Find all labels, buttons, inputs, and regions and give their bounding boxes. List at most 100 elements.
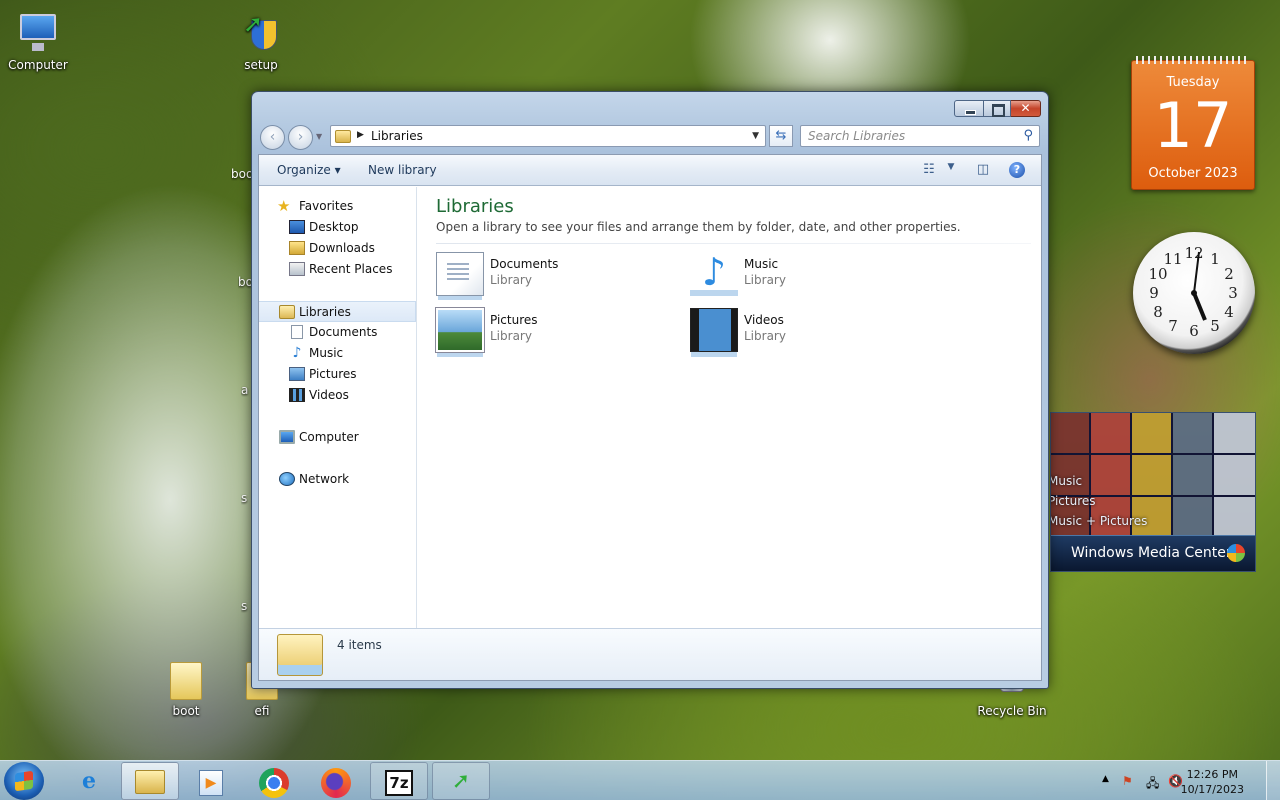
downloads-icon <box>289 241 305 255</box>
taskbar-firefox[interactable] <box>307 762 365 800</box>
network-icon <box>279 472 295 486</box>
library-music[interactable]: ♪ Music Library <box>690 249 920 299</box>
nav-label: Computer <box>299 430 359 444</box>
address-dropdown-icon[interactable]: ▼ <box>752 131 759 141</box>
tray-date: 10/17/2023 <box>1180 783 1244 796</box>
media-center-menu-music[interactable]: Music <box>1051 474 1082 488</box>
taskbar-setup[interactable]: ➚ <box>432 762 490 800</box>
nav-label: Desktop <box>309 220 359 234</box>
desktop-icon-hidden[interactable]: boo <box>231 167 251 181</box>
search-input[interactable]: Search Libraries ⚲ <box>800 125 1040 147</box>
minimize-button[interactable] <box>954 100 984 117</box>
desktop-icon-computer[interactable]: Computer <box>0 10 76 72</box>
nav-videos[interactable]: Videos <box>259 385 416 406</box>
library-kind: Library <box>744 273 786 287</box>
nav-label: Libraries <box>299 305 351 319</box>
organize-button[interactable]: Organize ▾ <box>277 163 341 177</box>
close-button[interactable]: ✕ <box>1011 100 1041 117</box>
taskbar-windows-explorer[interactable] <box>121 762 179 800</box>
view-dropdown-icon[interactable]: ▼ <box>943 162 959 178</box>
address-bar[interactable]: ▶ Libraries ▼ <box>330 125 766 147</box>
windows-explorer-icon <box>135 770 165 794</box>
nav-pictures[interactable]: Pictures <box>259 364 416 385</box>
desktop-icon-boot[interactable]: boot <box>148 656 224 718</box>
nav-desktop[interactable]: Desktop <box>259 217 416 238</box>
desktop-icon-label: efi <box>254 704 270 718</box>
7zip-icon: 7z <box>385 770 413 796</box>
library-documents[interactable]: Documents Library <box>436 249 666 299</box>
documents-library-icon <box>436 252 484 296</box>
desktop-icon-hidden[interactable]: s <box>241 491 251 505</box>
nav-label: Documents <box>309 325 378 339</box>
computer-icon <box>14 10 62 54</box>
taskbar-internet-explorer[interactable]: e <box>60 762 118 800</box>
setup-icon: ➚ <box>451 769 471 794</box>
desktop-icon-label: setup <box>244 58 278 72</box>
taskbar-7zip[interactable]: 7z <box>370 762 428 800</box>
taskbar-chrome[interactable] <box>245 762 303 800</box>
media-player-icon: ▶ <box>199 770 223 796</box>
back-button[interactable]: ‹ <box>260 125 285 150</box>
media-center-gadget[interactable]: Music Pictures Music + Pictures Windows … <box>1050 412 1256 572</box>
desktop-icon-hidden[interactable]: bo <box>238 275 252 289</box>
nav-documents[interactable]: Documents <box>259 322 416 343</box>
network-tray-icon[interactable]: 🖧 <box>1146 774 1159 795</box>
calendar-day: 17 <box>1153 89 1233 162</box>
calendar-weekday: Tuesday <box>1166 75 1220 90</box>
new-library-button[interactable]: New library <box>368 163 437 177</box>
desktop-icon-setup[interactable]: ➚ setup <box>223 10 299 72</box>
action-center-icon[interactable]: ⚑ <box>1122 774 1133 788</box>
preview-pane-icon[interactable]: ◫ <box>975 162 991 178</box>
nav-recent-places[interactable]: Recent Places <box>259 259 416 280</box>
media-center-menu-music-pictures[interactable]: Music + Pictures <box>1051 514 1147 528</box>
nav-label: Downloads <box>309 241 375 255</box>
nav-label: Pictures <box>309 367 357 381</box>
chrome-icon <box>259 768 289 798</box>
nav-downloads[interactable]: Downloads <box>259 238 416 259</box>
taskbar-media-player[interactable]: ▶ <box>182 762 240 800</box>
desktop-icon-hidden[interactable]: a <box>241 383 251 397</box>
media-center-title-bar[interactable]: Windows Media Center <box>1051 535 1255 571</box>
refresh-button[interactable]: ⇆ <box>769 125 793 147</box>
forward-button[interactable]: › <box>288 125 313 150</box>
recent-pages-dropdown[interactable]: ▼ <box>316 132 322 141</box>
videos-icon <box>289 388 305 402</box>
search-icon[interactable]: ⚲ <box>1023 128 1033 143</box>
nav-computer[interactable]: Computer <box>259 427 416 448</box>
library-name: Pictures <box>490 313 538 327</box>
nav-label: Music <box>309 346 344 360</box>
show-hidden-icons[interactable]: ▲ <box>1102 774 1109 784</box>
tray-clock[interactable]: 12:26 PM 10/17/2023 <box>1181 767 1244 797</box>
desktop-icon-label: Computer <box>8 58 68 72</box>
library-name: Documents <box>490 257 559 271</box>
library-kind: Library <box>490 273 532 287</box>
clock-gadget[interactable]: 12 1 2 3 4 5 6 7 8 9 10 11 <box>1133 232 1255 354</box>
folder-icon <box>162 656 210 700</box>
music-library-icon: ♪ <box>690 252 738 296</box>
pictures-library-icon <box>435 307 485 353</box>
organize-label: Organize <box>277 163 331 177</box>
taskbar: e ▶ 7z ➚ ▲ ⚑ 🖧 🔇 12:26 PM 10/17/2023 <box>0 760 1280 800</box>
nav-music[interactable]: ♪ Music <box>259 343 416 364</box>
help-icon[interactable]: ? <box>1009 162 1025 178</box>
start-button[interactable] <box>4 762 44 800</box>
desktop-icon-label: boot <box>172 704 200 718</box>
breadcrumb-libraries[interactable]: Libraries <box>371 129 423 143</box>
nav-network[interactable]: Network <box>259 469 416 490</box>
library-pictures[interactable]: Pictures Library <box>435 305 666 355</box>
nav-libraries[interactable]: Libraries <box>259 301 416 322</box>
divider <box>436 243 1031 244</box>
nav-label: Videos <box>309 388 349 402</box>
media-center-menu-pictures[interactable]: Pictures <box>1051 494 1096 508</box>
calendar-gadget[interactable]: Tuesday 17 October 2023 <box>1131 56 1255 190</box>
nav-favorites[interactable]: ★ Favorites <box>259 196 416 217</box>
breadcrumb-arrow-icon[interactable]: ▶ <box>357 130 364 140</box>
details-pane: 4 items <box>259 628 1041 680</box>
explorer-window[interactable]: ✕ ‹ › ▼ ▶ Libraries ▼ ⇆ Search Libraries… <box>251 91 1049 689</box>
change-view-icon[interactable]: ☷ <box>921 162 937 178</box>
show-desktop-button[interactable] <box>1266 761 1280 800</box>
maximize-button[interactable] <box>984 100 1011 117</box>
desktop-icon-hidden[interactable]: s <box>241 599 251 613</box>
navigation-pane: ★ Favorites Desktop Downloads Recent Plac… <box>259 187 417 628</box>
library-videos[interactable]: Videos Library <box>690 305 920 355</box>
